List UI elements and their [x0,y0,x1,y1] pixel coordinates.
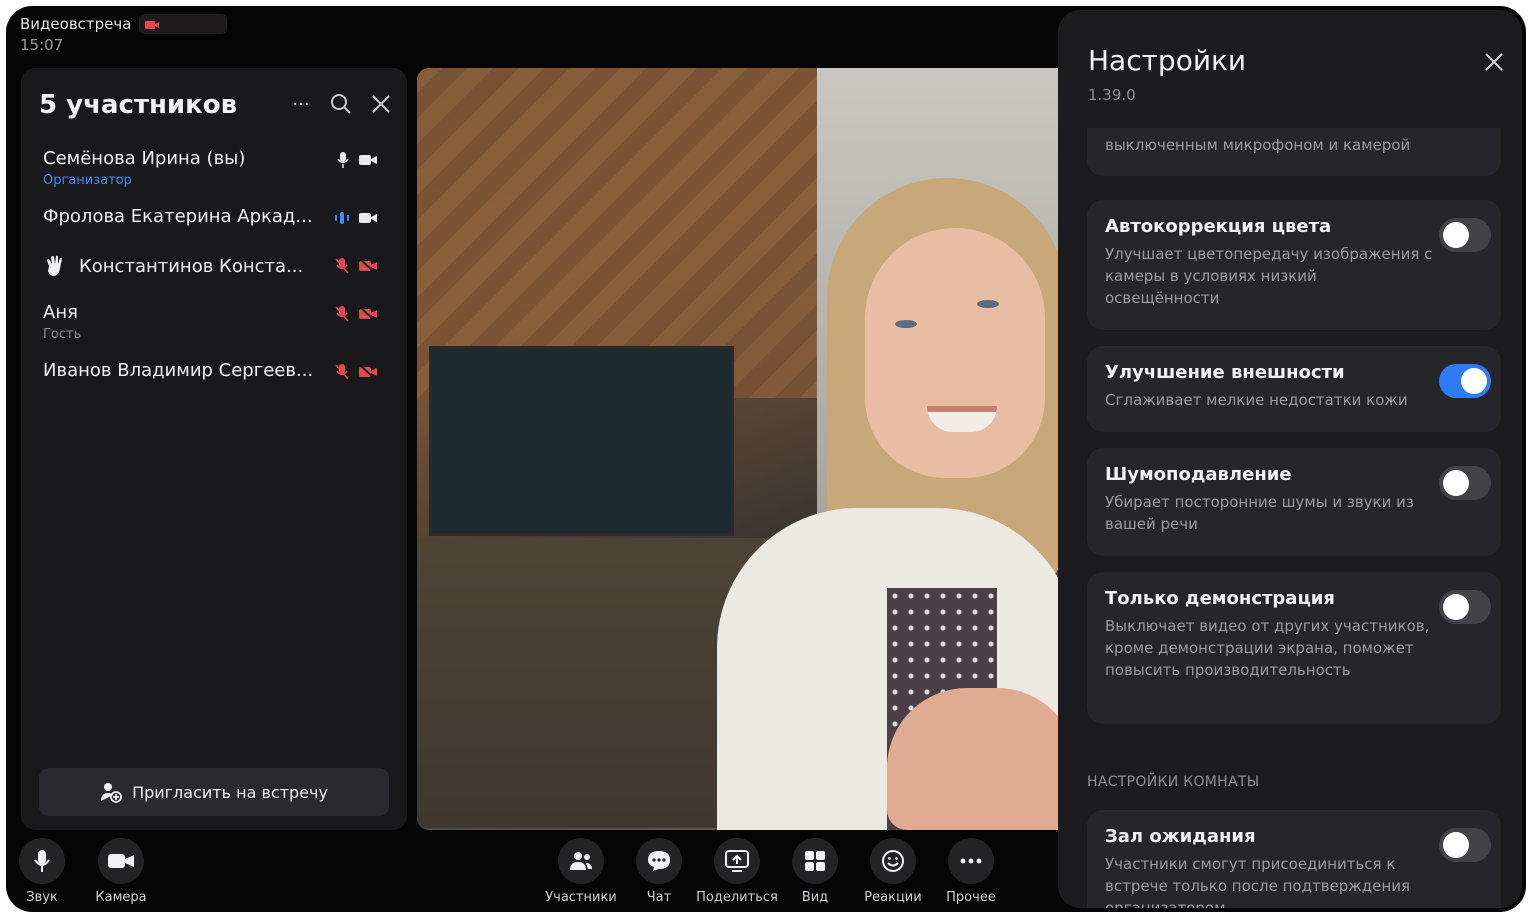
setting-title: Шумоподавление [1105,464,1292,485]
setting-description: выключенным микрофоном и камерой [1105,136,1411,154]
sound-label: Звук [26,890,58,905]
chat-icon[interactable] [636,838,682,884]
camera-icon [359,155,377,165]
setting-description: Выключает видео от других участников, кр… [1105,617,1430,679]
chat-label: Чат [646,890,672,905]
video-tile[interactable] [417,68,1077,830]
setting-description: Убирает посторонние шумы и звуки из ваше… [1105,493,1414,533]
participant-role: Организатор [43,173,132,188]
camera-off-icon [359,365,377,379]
more-options-icon[interactable]: ··· [289,92,313,116]
camera-icon[interactable] [98,838,144,884]
camera-off-icon [359,307,377,321]
microphone-off-icon [335,258,349,274]
app-version: 1.39.0 [1088,86,1136,104]
microphone-icon[interactable] [19,838,65,884]
toolbar-more[interactable]: Прочее [931,838,1011,905]
camera-control[interactable]: Камера [81,838,161,905]
meeting-window: Видеовстреча 15:07 5 участников ··· Семё… [6,6,1526,912]
meeting-title: Видеовстреча [20,15,132,33]
toolbar-reactions[interactable]: Реакции [853,838,933,905]
toggle-appearance[interactable] [1439,364,1491,398]
record-icon [145,21,160,29]
microphone-icon [337,152,349,168]
participant-name: Иванов Владимир Сергеев... [43,360,314,381]
participant-row[interactable]: Фролова Екатерина Аркад... [21,206,407,254]
camera-icon [359,213,377,223]
settings-card-partial: выключенным микрофоном и камерой [1087,128,1501,176]
setting-noise-suppression: Шумоподавление Убирает посторонние шумы … [1087,448,1501,556]
setting-appearance: Улучшение внешности Сглаживает мелкие не… [1087,346,1501,432]
participants-count-title: 5 участников [39,90,238,120]
setting-description: Улучшает цветопередачу изображения с кам… [1105,245,1433,307]
smiley-icon[interactable] [870,838,916,884]
participants-label: Участники [545,890,617,905]
recording-badge [139,14,228,34]
toolbar-chat[interactable]: Чат [619,838,699,905]
camera-label: Камера [95,890,147,905]
reactions-label: Реакции [864,890,922,905]
grid-view-icon[interactable] [792,838,838,884]
search-icon[interactable] [329,92,353,116]
toggle-waiting-room[interactable] [1439,828,1491,862]
close-icon[interactable] [1482,50,1506,74]
participant-name: Семёнова Ирина (вы) [43,148,246,169]
participants-icon[interactable] [558,838,604,884]
participant-role: Гость [43,327,82,342]
participant-name: Аня [43,302,78,323]
toggle-noise-suppression[interactable] [1439,466,1491,500]
settings-title: Настройки [1088,44,1247,77]
close-icon[interactable] [369,92,393,116]
microphone-off-icon [335,364,349,380]
meeting-header: Видеовстреча [20,14,228,34]
add-user-icon [101,783,122,803]
toolbar-share[interactable]: Поделиться [696,838,778,905]
participant-name: Фролова Екатерина Аркад... [43,206,313,227]
participant-row[interactable]: Иванов Владимир Сергеев... [21,360,407,408]
setting-title: Автокоррекция цвета [1105,216,1332,237]
share-label: Поделиться [696,890,778,905]
setting-waiting-room: Зал ожидания Участники смогут присоедини… [1087,810,1501,908]
toolbar-view[interactable]: Вид [775,838,855,905]
setting-demo-only: Только демонстрация Выключает видео от д… [1087,572,1501,724]
sound-control[interactable]: Звук [6,838,82,905]
meeting-time: 15:07 [20,36,64,54]
setting-title: Только демонстрация [1105,588,1335,609]
toolbar-participants[interactable]: Участники [541,838,621,905]
setting-description: Участники смогут присоединиться к встреч… [1105,855,1410,908]
setting-title: Зал ожидания [1105,826,1256,847]
speaking-microphone-icon [335,212,349,224]
invite-label: Пригласить на встречу [132,782,328,802]
room-settings-header: НАСТРОЙКИ КОМНАТЫ [1087,774,1260,790]
raised-hand-icon [47,255,62,276]
settings-scroll-area[interactable]: выключенным микрофоном и камерой Автокор… [1058,128,1522,908]
participants-list: Семёнова Ирина (вы) Организатор Фролова … [21,148,407,408]
toggle-demo-only[interactable] [1439,590,1491,624]
setting-color-correction: Автокоррекция цвета Улучшает цветопереда… [1087,200,1501,330]
participant-row[interactable]: Аня Гость [21,302,407,360]
settings-panel: Настройки 1.39.0 выключенным микрофоном … [1058,10,1522,908]
more-options-icon[interactable] [948,838,994,884]
participants-panel: 5 участников ··· Семёнова Ирина (вы) Орг… [21,68,407,830]
participant-name: Константинов Конста... [79,255,304,277]
microphone-off-icon [335,306,349,322]
toggle-color-correction[interactable] [1439,218,1491,252]
share-screen-icon[interactable] [714,838,760,884]
invite-button[interactable]: Пригласить на встречу [39,768,389,816]
view-label: Вид [801,890,829,905]
setting-description: Сглаживает мелкие недостатки кожи [1105,391,1408,409]
participant-row[interactable]: Константинов Конста... [21,254,407,302]
participants-actions: ··· [289,92,393,116]
setting-title: Улучшение внешности [1105,362,1345,383]
camera-off-icon [359,259,377,273]
more-label: Прочее [946,890,996,905]
participant-row[interactable]: Семёнова Ирина (вы) Организатор [21,148,407,206]
